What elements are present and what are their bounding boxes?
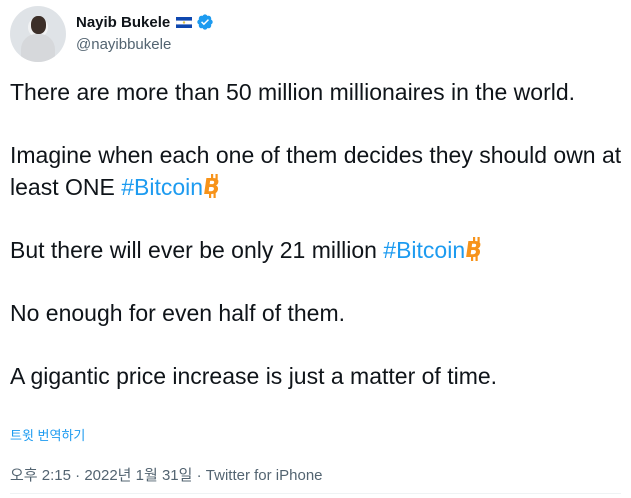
- hashtag-link[interactable]: #Bitcoin: [383, 237, 465, 263]
- meta-separator: ·: [192, 467, 206, 484]
- tweet-time[interactable]: 오후 2:15: [10, 467, 71, 484]
- verified-badge-icon: [197, 14, 213, 30]
- tweet-paragraph: No enough for even half of them.: [10, 299, 345, 326]
- el-salvador-flag-icon: [176, 16, 193, 28]
- divider: [10, 493, 621, 494]
- tweet-text: There are more than 50 million millionai…: [10, 77, 622, 392]
- tweet-text-segment: But there will ever be only 21 million: [10, 236, 384, 263]
- tweet-date[interactable]: 2022년 1월 31일: [84, 467, 192, 484]
- bitcoin-icon: B: [204, 173, 222, 198]
- avatar-body: [21, 34, 55, 62]
- translate-tweet-link[interactable]: 트윗 번역하기: [10, 425, 85, 444]
- meta-separator: ·: [70, 467, 85, 484]
- hashtag-link[interactable]: #Bitcoin: [121, 174, 203, 200]
- tweet-header: Nayib Bukele @nayibbukele: [10, 6, 610, 62]
- tweet-metadata: 오후 2:15 · 2022년 1월 31일 · Twitter for iPh…: [10, 464, 323, 485]
- avatar-head: [31, 16, 46, 34]
- author-name[interactable]: Nayib Bukele: [76, 14, 170, 31]
- tweet-paragraph: There are more than 50 million millionai…: [10, 79, 576, 105]
- author-name-row: Nayib Bukele: [76, 13, 214, 31]
- tweet-paragraph: Imagine when each one of them decides th…: [10, 140, 622, 203]
- tweet-paragraph: A gigantic price increase is just a matt…: [10, 362, 498, 389]
- bitcoin-icon: B: [466, 236, 484, 261]
- author-handle[interactable]: @nayibbukele: [76, 36, 171, 53]
- tweet-text-segment: Imagine when each one of them decides th…: [10, 142, 622, 200]
- tweet-source[interactable]: Twitter for iPhone: [206, 467, 323, 484]
- tweet-paragraph: But there will ever be only 21 million #…: [10, 235, 622, 267]
- avatar[interactable]: [10, 6, 66, 62]
